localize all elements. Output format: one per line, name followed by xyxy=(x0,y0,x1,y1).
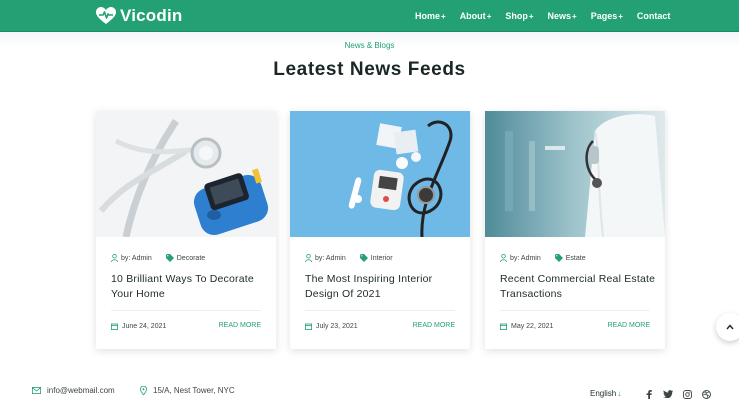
card-category[interactable]: Decorate xyxy=(165,254,206,262)
footer-email-label: info@webmail.com xyxy=(47,386,115,395)
social-links xyxy=(644,389,711,399)
plus-icon: + xyxy=(528,12,534,21)
heart-pulse-icon xyxy=(96,7,116,24)
user-icon xyxy=(305,254,312,262)
card-category-label: Decorate xyxy=(176,254,206,262)
envelope-icon xyxy=(32,387,41,394)
scroll-top-button[interactable] xyxy=(716,313,739,341)
nav-about-label: About xyxy=(459,11,486,21)
section-eyebrow: News & Blogs xyxy=(344,41,395,50)
card-title[interactable]: 10 Brilliant Ways To Decorate Your Home xyxy=(111,272,269,301)
plus-icon: + xyxy=(486,12,492,21)
card-date: July 23, 2021 xyxy=(305,323,358,330)
card-author[interactable]: by: Admin xyxy=(111,254,152,262)
news-card[interactable]: by: Admin Decorate 10 Brilliant Ways To … xyxy=(96,111,276,349)
card-meta: by: Admin Decorate xyxy=(111,254,205,262)
calendar-icon xyxy=(111,323,118,330)
card-category-label: Interior xyxy=(370,254,393,262)
dribbble-icon[interactable] xyxy=(701,389,711,399)
nav-shop[interactable]: Shop+ xyxy=(505,11,533,21)
card-divider xyxy=(305,310,455,311)
user-icon xyxy=(500,254,507,262)
nav-pages-label: Pages xyxy=(590,11,618,21)
card-title[interactable]: The Most Inspiring Interior Design Of 20… xyxy=(305,272,463,301)
nav-shop-label: Shop xyxy=(505,11,528,21)
language-label: English xyxy=(590,389,617,398)
card-author-label: by: Admin xyxy=(315,254,346,262)
tag-icon xyxy=(165,254,174,262)
nav-news[interactable]: News+ xyxy=(548,11,577,21)
card-category-label: Estate xyxy=(565,254,586,262)
map-pin-icon xyxy=(140,386,147,395)
tag-icon xyxy=(359,254,368,262)
card-title[interactable]: Recent Commercial Real Estate Transactio… xyxy=(500,272,658,301)
plus-icon: + xyxy=(572,12,577,21)
user-icon xyxy=(111,254,118,262)
news-card[interactable]: by: Admin Interior The Most Inspiring In… xyxy=(290,111,470,349)
read-more-link[interactable]: READ MORE xyxy=(219,322,261,329)
card-date: May 22, 2021 xyxy=(500,323,553,330)
footer-address-label: 15/A, Nest Tower, NYC xyxy=(153,386,235,395)
footer-email[interactable]: info@webmail.com xyxy=(32,386,115,395)
read-more-link[interactable]: READ MORE xyxy=(608,322,650,329)
nav-about[interactable]: About+ xyxy=(460,11,492,21)
card-author[interactable]: by: Admin xyxy=(500,254,541,262)
calendar-icon xyxy=(500,323,507,330)
language-selector[interactable]: English↓ xyxy=(590,389,621,398)
card-image-doctor-corridor[interactable] xyxy=(485,111,665,237)
card-meta: by: Admin Interior xyxy=(305,254,393,262)
card-meta: by: Admin Estate xyxy=(500,254,586,262)
card-author-label: by: Admin xyxy=(510,254,541,262)
top-navbar: Vicodin Home+ About+ Shop+ News+ Pages+ … xyxy=(0,0,739,32)
card-date-label: July 23, 2021 xyxy=(316,323,358,330)
read-more-link[interactable]: READ MORE xyxy=(413,322,455,329)
footer-address: 15/A, Nest Tower, NYC xyxy=(140,386,235,395)
card-date-label: May 22, 2021 xyxy=(511,323,554,330)
twitter-icon[interactable] xyxy=(663,389,673,399)
tag-icon xyxy=(554,254,563,262)
brand-name: Vicodin xyxy=(120,6,183,25)
nav-pages[interactable]: Pages+ xyxy=(591,11,623,21)
card-author-label: by: Admin xyxy=(121,254,152,262)
news-card[interactable]: by: Admin Estate Recent Commercial Real … xyxy=(485,111,665,349)
nav-news-label: News xyxy=(547,11,572,21)
main-menu: Home+ About+ Shop+ News+ Pages+ Contact xyxy=(415,0,684,32)
nav-contact-label: Contact xyxy=(636,11,671,21)
card-author[interactable]: by: Admin xyxy=(305,254,346,262)
card-divider xyxy=(500,310,650,311)
instagram-icon[interactable] xyxy=(682,389,692,399)
plus-icon: + xyxy=(441,12,446,21)
brand-logo[interactable]: Vicodin xyxy=(96,5,183,27)
nav-home-label: Home xyxy=(415,11,441,21)
card-image-stethoscope-supplies[interactable] xyxy=(290,111,470,237)
card-category[interactable]: Interior xyxy=(359,254,393,262)
facebook-icon[interactable] xyxy=(644,389,654,399)
section-title: Leatest News Feeds xyxy=(273,59,466,80)
nav-home[interactable]: Home+ xyxy=(415,11,446,21)
arrow-down-icon: ↓ xyxy=(617,389,622,398)
card-image-glucose-meter[interactable] xyxy=(96,111,276,237)
card-date: June 24, 2021 xyxy=(111,323,166,330)
chevron-up-icon xyxy=(726,324,734,330)
nav-contact[interactable]: Contact xyxy=(637,11,671,21)
card-date-label: June 24, 2021 xyxy=(122,323,167,330)
plus-icon: + xyxy=(618,12,623,21)
card-divider xyxy=(111,310,261,311)
calendar-icon xyxy=(305,323,312,330)
card-category[interactable]: Estate xyxy=(554,254,586,262)
